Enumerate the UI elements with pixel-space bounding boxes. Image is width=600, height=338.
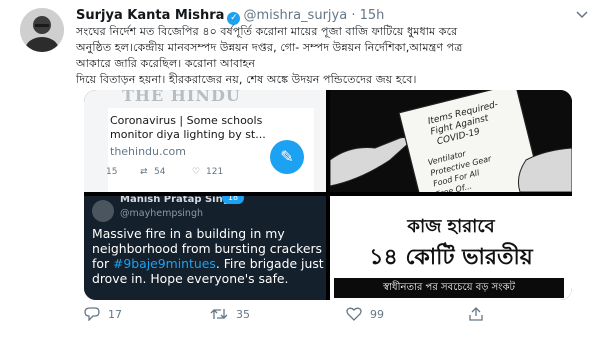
quoted-counter-badge: 18 <box>222 196 244 204</box>
quoted-tweet-text: Massive fire in a building in my neighbo… <box>92 226 324 286</box>
media-covid-list-image[interactable]: Items Required- Fight Against COVID-19 V… <box>330 90 572 192</box>
media-bengali-poster[interactable]: কাজ হারাবে ১৪ কোটি ভারতীয় স্বাধীনতার পর… <box>330 196 572 300</box>
retweet-count: 35 <box>236 308 250 321</box>
media-grid[interactable]: THE HINDU Coronavirus | Some schools mon… <box>84 90 572 300</box>
tweet-header: Surjya Kanta Mishra ✓ @mishra_surjya · 15h <box>76 8 384 25</box>
tweet-text-line: সংঘের নির্দেশ মত বিজেপির ৪০ বর্ষপূর্তি ক… <box>76 25 458 38</box>
reply-button[interactable]: 17 <box>84 307 122 322</box>
embedded-retweet-icon: ⇄ <box>140 167 148 177</box>
author-name[interactable]: Surjya Kanta Mishra <box>76 8 224 23</box>
reply-count: 17 <box>108 308 122 321</box>
retweet-icon <box>210 309 228 319</box>
share-button[interactable] <box>468 307 492 321</box>
newspaper-masthead: THE HINDU <box>122 90 241 105</box>
embedded-reply-count: 15 <box>106 167 118 177</box>
heart-icon <box>346 307 362 321</box>
tweet-text: সংঘের নির্দেশ মত বিজেপির ৪০ বর্ষপূর্তি ক… <box>76 24 591 88</box>
link-card-domain: thehindu.com <box>110 145 186 158</box>
embedded-heart-icon: ♡ <box>192 167 201 177</box>
author-handle[interactable]: @mishra_surjya <box>243 8 347 23</box>
media-hindu-screenshot[interactable]: THE HINDU Coronavirus | Some schools mon… <box>84 90 326 192</box>
like-button[interactable]: 99 <box>346 307 384 321</box>
compose-tweet-button[interactable]: ✎ <box>270 140 304 174</box>
tweet-text-line: দিয়ে বিতাড়ন হয়না। হীরকরাজের নয়, শেষ … <box>76 73 417 86</box>
poster-line-2: ১৪ কোটি ভারতীয় <box>369 245 533 270</box>
tweet-action-bar: 17 35 99 <box>76 304 576 330</box>
quoted-author-handle: @mayhempsingh <box>120 208 204 219</box>
retweet-button[interactable]: 35 <box>210 307 250 321</box>
covid-list-illustration: Items Required- Fight Against COVID-19 V… <box>330 90 572 192</box>
reply-icon <box>84 307 100 322</box>
like-count: 99 <box>370 308 384 321</box>
embedded-retweet-count: 54 <box>154 167 166 177</box>
embedded-like-count: 121 <box>206 167 224 177</box>
quoted-avatar <box>92 200 114 222</box>
link-card-headline: Coronavirus | Some schools monitor diya … <box>110 114 266 141</box>
separator-dot: · <box>351 8 356 23</box>
more-options-chevron-icon[interactable] <box>576 8 588 22</box>
tweet-timestamp[interactable]: 15h <box>360 8 385 23</box>
tweet[interactable]: Surjya Kanta Mishra ✓ @mishra_surjya · 15h… <box>0 0 600 338</box>
avatar[interactable] <box>20 8 64 52</box>
poster-line-1: কাজ হারাবে <box>407 216 495 237</box>
share-icon <box>469 307 483 321</box>
media-quoted-tweet-screenshot[interactable]: Manish Pratap Singh @mayhempsingh Massiv… <box>84 196 326 300</box>
quoted-author-name: Manish Pratap Singh <box>120 196 238 205</box>
tweet-text-line: অনুষ্ঠিত হল।কেন্দ্রীয় মানবসম্পদ উন্নয়ন… <box>76 41 463 54</box>
quoted-hashtag: #9baje9mintues <box>112 256 216 271</box>
poster-band: স্বাধীনতার পর সবচেয়ে বড় সংকট <box>334 278 564 298</box>
tweet-text-line: আকারে জারি করেছিল। করোনা আবাহন <box>76 57 256 70</box>
